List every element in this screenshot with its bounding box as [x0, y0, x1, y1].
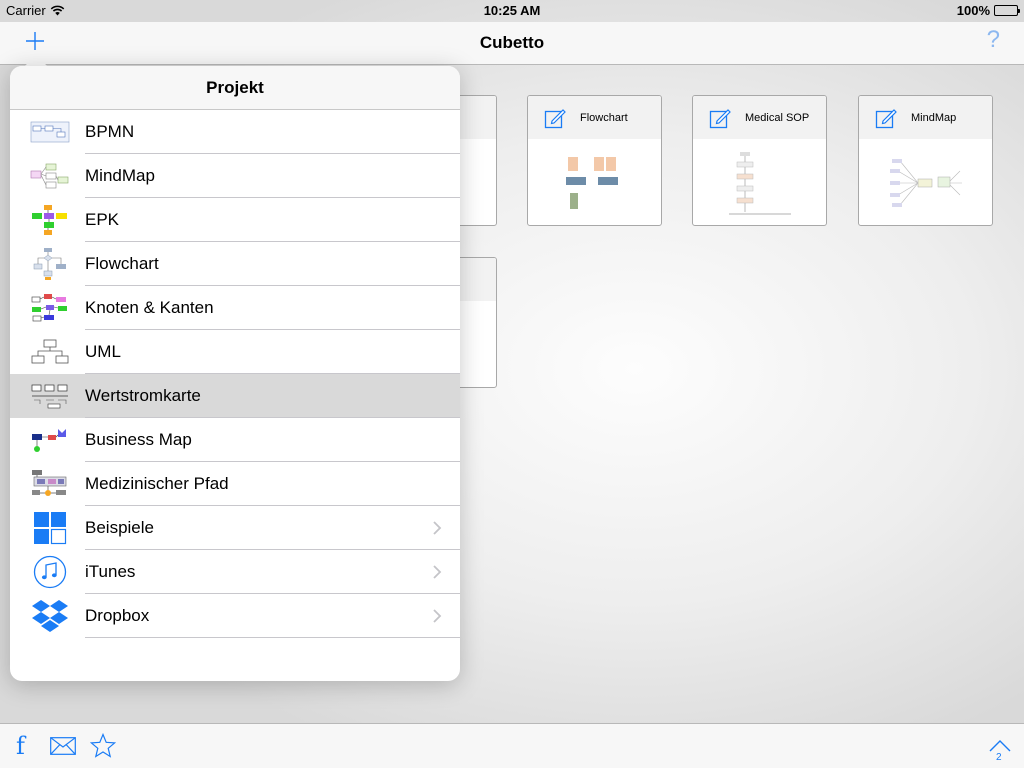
project-type-label: Business Map	[85, 430, 192, 449]
chevron-right-icon	[433, 609, 442, 623]
dropbox-folder[interactable]: Dropbox	[10, 594, 460, 638]
help-button[interactable]: ?	[987, 26, 1000, 54]
edit-icon[interactable]	[875, 107, 897, 129]
project-type-label: iTunes	[85, 562, 136, 581]
project-type-label: Medizinischer Pfad	[85, 474, 229, 493]
mindmap-thumbnail	[859, 139, 992, 225]
epk-icon	[30, 202, 70, 238]
battery-label: 100%	[956, 3, 990, 18]
chevron-up-icon[interactable]	[988, 739, 1012, 753]
medical-sop-thumbnail	[693, 139, 826, 225]
itunes-folder[interactable]: iTunes	[10, 550, 460, 594]
mindmap-icon	[30, 158, 70, 194]
flowchart-icon	[30, 246, 70, 282]
bpmn-icon	[30, 114, 70, 150]
battery-icon	[994, 5, 1020, 16]
flowchart-thumbnail	[528, 139, 661, 225]
navigation-bar: Cubetto ?	[0, 22, 1024, 65]
project-type-label: Beispiele	[85, 518, 154, 537]
chevron-right-icon	[433, 521, 442, 535]
project-type-mindmap[interactable]: MindMap	[10, 154, 460, 198]
project-type-label: BPMN	[85, 122, 135, 141]
nav-title: Cubetto	[479, 33, 545, 52]
card-title: MindMap	[911, 111, 957, 124]
chevron-right-icon	[433, 565, 442, 579]
facebook-share-button[interactable]: f	[16, 732, 25, 760]
project-type-label: UML	[85, 342, 121, 361]
favorite-star-button[interactable]	[90, 733, 116, 759]
edit-icon[interactable]	[709, 107, 731, 129]
project-card-mindmap[interactable]: MindMap	[858, 95, 993, 226]
project-type-bpmn[interactable]: BPMN	[10, 110, 460, 154]
edit-icon[interactable]	[544, 107, 566, 129]
project-type-uml[interactable]: UML	[10, 330, 460, 374]
uml-icon	[30, 334, 70, 370]
project-type-label: Flowchart	[85, 254, 159, 273]
medical-path-icon	[30, 466, 70, 502]
project-type-label: MindMap	[85, 166, 155, 185]
nodes-edges-icon	[30, 290, 70, 326]
status-bar: Carrier 10:25 AM 100%	[0, 0, 1024, 22]
project-popover: Projekt BPMN MindMap EPK Flowchart Knote…	[10, 66, 460, 681]
project-type-label: EPK	[85, 210, 120, 229]
project-type-label: Knoten & Kanten	[85, 298, 214, 317]
bottom-toolbar: f 2	[0, 723, 1024, 768]
project-card-medical-sop[interactable]: Medical SOP	[692, 95, 827, 226]
project-type-flowchart[interactable]: Flowchart	[10, 242, 460, 286]
card-title: Flowchart	[580, 111, 628, 124]
project-type-list: BPMN MindMap EPK Flowchart Knoten & Kant…	[10, 110, 460, 638]
project-type-label: Dropbox	[85, 606, 150, 625]
page-count-badge: 2	[996, 752, 1002, 763]
status-time: 10:25 AM	[483, 3, 541, 18]
mail-share-button[interactable]	[50, 737, 76, 755]
project-type-business-map[interactable]: Business Map	[10, 418, 460, 462]
project-type-nodes-edges[interactable]: Knoten & Kanten	[10, 286, 460, 330]
card-title: Medical SOP	[745, 111, 810, 124]
itunes-icon	[30, 554, 70, 590]
popover-arrow	[25, 54, 47, 66]
value-stream-icon	[30, 378, 70, 414]
battery-indicator: 100%	[956, 3, 1020, 18]
project-type-label: Wertstromkarte	[85, 386, 201, 405]
popover-title: Projekt	[10, 66, 460, 110]
project-type-value-stream[interactable]: Wertstromkarte	[10, 374, 460, 418]
business-map-icon	[30, 422, 70, 458]
project-type-medical-path[interactable]: Medizinischer Pfad	[10, 462, 460, 506]
examples-folder[interactable]: Beispiele	[10, 506, 460, 550]
dropbox-icon	[30, 598, 70, 634]
project-type-epk[interactable]: EPK	[10, 198, 460, 242]
project-card-flowchart[interactable]: Flowchart	[527, 95, 662, 226]
examples-icon	[30, 510, 70, 546]
